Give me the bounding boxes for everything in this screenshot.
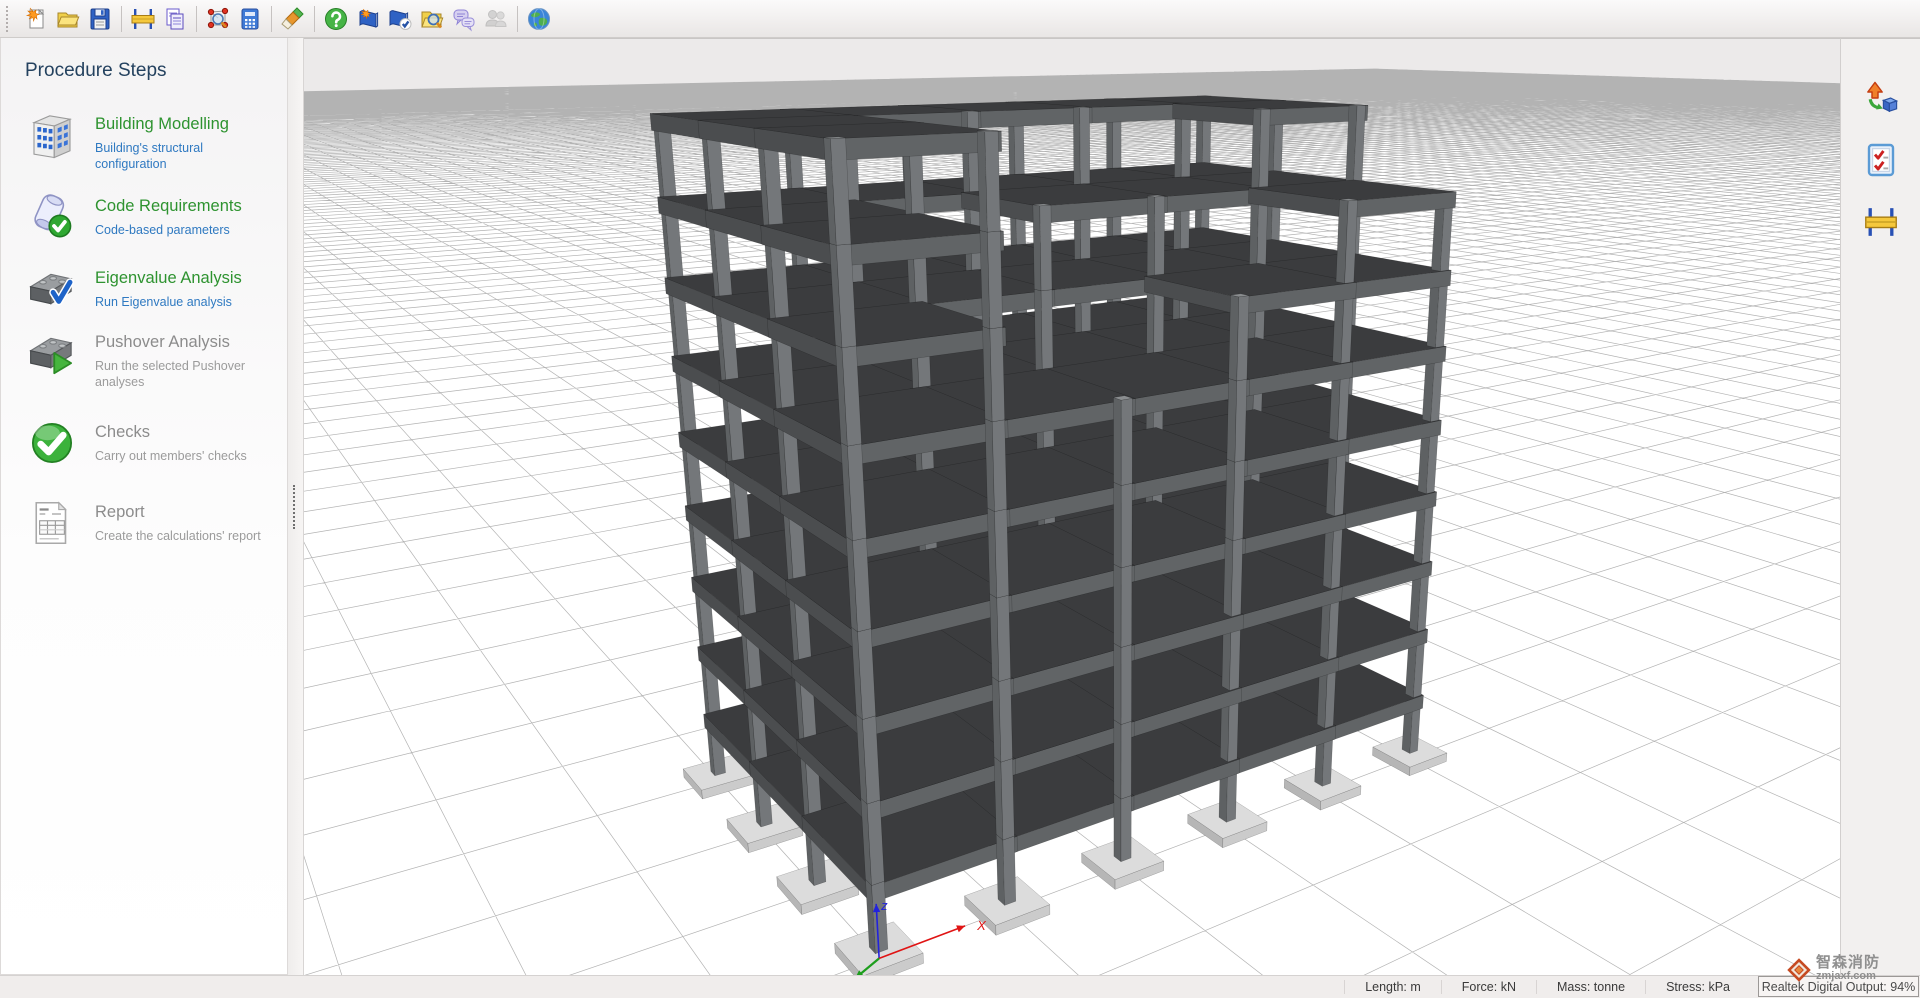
step-subtitle: Code-based parameters [95,222,242,238]
report-doc-icon [25,496,79,550]
frame-sections-icon [130,6,156,32]
volume-osd: Realtek Digital Output: 94% [1758,976,1919,997]
panel-title: Procedure Steps [25,60,277,82]
checks-list-button[interactable] [1859,139,1903,183]
axis-x-label: X [976,918,987,933]
model-3d-scene[interactable]: zX [304,39,1840,975]
main-toolbar [0,0,1920,38]
calculator-icon [237,6,263,32]
format-brush-button[interactable] [277,3,309,35]
open-project-button[interactable] [52,3,84,35]
step-subtitle: Run the selected Pushover analyses [95,358,277,390]
step-building-modelling[interactable]: Building Modelling Building's structural… [25,108,277,172]
step-title: Eigenvalue Analysis [95,268,242,288]
feedback-bubbles-icon [451,6,477,32]
tutorial-book-button[interactable] [352,3,384,35]
view-tools-panel [1840,38,1920,975]
frame-sections-icon [1863,204,1899,243]
application-window: Procedure Steps Building Modelling Build… [0,0,1920,998]
step-pushover-analysis[interactable]: Pushover Analysis Run the selected Pusho… [25,326,277,390]
toolbar-separator [196,6,197,32]
frame-sections-button[interactable] [127,3,159,35]
globe-icon [526,6,552,32]
step-title: Building Modelling [95,114,277,134]
procedure-steps-panel: Procedure Steps Building Modelling Build… [0,38,288,975]
step-eigenvalue-analysis[interactable]: Eigenvalue Analysis Run Eigenvalue analy… [25,262,277,316]
step-checks[interactable]: Checks Carry out members' checks [25,416,277,470]
model-viewer-button[interactable] [202,3,234,35]
report-template-icon [162,6,188,32]
step-code-requirements[interactable]: Code Requirements Code-based parameters [25,190,277,244]
deformed-shape-icon [1863,80,1899,119]
deformed-shape-viewer-button[interactable] [1859,77,1903,121]
save-project-icon [87,6,113,32]
search-folder-button[interactable] [416,3,448,35]
status-length-unit: Length: m [1345,980,1441,994]
building-icon [25,108,79,162]
toolbar-separator [314,6,315,32]
splitter-grip-dots [293,485,299,529]
status-force-unit: Force: kN [1442,980,1536,994]
frame-check-icon [25,262,79,316]
step-subtitle: Carry out members' checks [95,448,247,464]
model-viewport[interactable]: zX [304,38,1840,975]
toolbar-separator [517,6,518,32]
save-project-button[interactable] [84,3,116,35]
user-accounts-button[interactable] [480,3,512,35]
main-area: Procedure Steps Building Modelling Build… [0,38,1920,975]
open-project-icon [55,6,81,32]
verification-book-button[interactable] [384,3,416,35]
step-title: Code Requirements [95,196,242,216]
step-subtitle: Run Eigenvalue analysis [95,294,242,310]
step-title: Pushover Analysis [95,332,277,352]
scroll-check-icon [25,190,79,244]
toolbar-separator [271,6,272,32]
new-document-icon [23,6,49,32]
axis-z-label: z [880,898,888,913]
frame-sections-side-button[interactable] [1859,201,1903,245]
tutorial-book-icon [355,6,381,32]
toolbar-separator [121,6,122,32]
help-button[interactable] [320,3,352,35]
feedback-bubbles-button[interactable] [448,3,480,35]
step-subtitle: Building's structural configuration [95,140,277,172]
format-brush-icon [280,6,306,32]
status-mass-unit: Mass: tonne [1537,980,1645,994]
new-document-button[interactable] [20,3,52,35]
frame-run-icon [25,326,79,380]
step-title: Checks [95,422,247,442]
sidebar-splitter[interactable] [288,38,304,975]
status-stress-unit: Stress: kPa [1646,980,1750,994]
model-viewer-icon [205,6,231,32]
report-template-button[interactable] [159,3,191,35]
search-folder-icon [419,6,445,32]
step-subtitle: Create the calculations' report [95,528,261,544]
help-icon [323,6,349,32]
toolbar-grip[interactable] [6,6,14,32]
calculator-button[interactable] [234,3,266,35]
web-site-button[interactable] [523,3,555,35]
green-check-icon [25,416,79,470]
status-bar: Length: m Force: kN Mass: tonne Stress: … [0,975,1920,998]
verification-book-icon [387,6,413,32]
step-title: Report [95,502,261,522]
checks-list-icon [1863,142,1899,181]
step-report[interactable]: Report Create the calculations' report [25,496,277,550]
user-accounts-icon [483,6,509,32]
